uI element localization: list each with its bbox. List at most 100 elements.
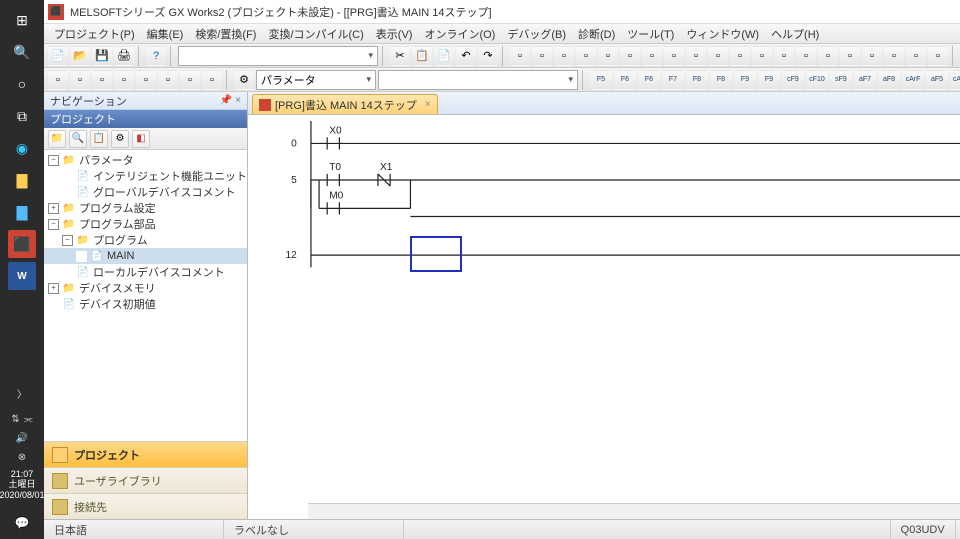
tab-close-icon[interactable]: ×: [425, 99, 431, 110]
fkey-btn-1[interactable]: F6: [614, 70, 636, 90]
menu-help[interactable]: ヘルプ(H): [765, 24, 825, 44]
fkey-btn-0[interactable]: F5: [590, 70, 612, 90]
toolbar2l-btn-4[interactable]: ▫: [136, 70, 156, 90]
toolbar1-btn-8[interactable]: ▫: [686, 46, 706, 66]
print-button[interactable]: 🖨: [114, 46, 134, 66]
editor-tab[interactable]: [PRG]書込 MAIN 14ステップ ×: [252, 94, 438, 114]
menu-debug[interactable]: デバッグ(B): [501, 24, 572, 44]
fkey-btn-10[interactable]: sF9: [830, 70, 852, 90]
menu-diag[interactable]: 診断(D): [572, 24, 621, 44]
toolbar1-btn-12[interactable]: ▫: [774, 46, 794, 66]
taskbar-clock[interactable]: 21:07 土曜日 2020/08/01: [0, 467, 45, 507]
word-taskbar-icon[interactable]: W: [8, 262, 36, 290]
redo-button[interactable]: ↷: [478, 46, 498, 66]
fkey-btn-11[interactable]: aF7: [854, 70, 876, 90]
menu-online[interactable]: オンライン(O): [418, 24, 501, 44]
project-tree[interactable]: −📁パラメータ 📄インテリジェント機能ユニット 📄グローバルデバイスコメント+📁…: [44, 150, 247, 441]
tree-node-9[interactable]: 📄デバイス初期値: [44, 296, 247, 312]
store-icon[interactable]: ▇: [8, 198, 36, 226]
tree-twisty[interactable]: [62, 187, 73, 198]
toolbar1-btn-7[interactable]: ▫: [664, 46, 684, 66]
explorer-icon[interactable]: ▇: [8, 166, 36, 194]
undo-button[interactable]: ↶: [456, 46, 476, 66]
tree-twisty[interactable]: [62, 171, 73, 182]
param-icon[interactable]: ⚙: [234, 70, 254, 90]
toolbar2l-btn-5[interactable]: ▫: [158, 70, 178, 90]
menu-project[interactable]: プロジェクト(P): [48, 24, 141, 44]
toolbar1-btn-17[interactable]: ▫: [884, 46, 904, 66]
new-button[interactable]: 📄: [48, 46, 68, 66]
toolbar1-btn-5[interactable]: ▫: [620, 46, 640, 66]
fkey-btn-2[interactable]: F6: [638, 70, 660, 90]
toolbar1-btn-19[interactable]: ▫: [928, 46, 948, 66]
ladder-editor[interactable]: 0X0T0K105T0X1M0M0[INCPD0]12[END]: [248, 114, 960, 519]
show-hidden-icon[interactable]: 〉: [8, 380, 36, 408]
tree-twisty[interactable]: +: [48, 283, 59, 294]
toolbar2l-btn-1[interactable]: ▫: [70, 70, 90, 90]
toolbar1-btn-10[interactable]: ▫: [730, 46, 750, 66]
toolbar1-btn-6[interactable]: ▫: [642, 46, 662, 66]
menu-window[interactable]: ウィンドウ(W): [680, 24, 765, 44]
edge-icon[interactable]: ◉: [8, 134, 36, 162]
save-button[interactable]: 💾: [92, 46, 112, 66]
tree-twisty[interactable]: −: [48, 155, 59, 166]
nav-section-1[interactable]: ユーザライブラリ: [44, 467, 247, 493]
nav-btn-4[interactable]: ⚙: [111, 130, 129, 148]
param-combo[interactable]: パラメータ: [256, 70, 376, 90]
menu-edit[interactable]: 編集(E): [141, 24, 190, 44]
nav-section-2[interactable]: 接続先: [44, 493, 247, 519]
open-button[interactable]: 📂: [70, 46, 90, 66]
fkey-btn-14[interactable]: aF5: [926, 70, 948, 90]
tree-twisty[interactable]: −: [48, 219, 59, 230]
gxworks-taskbar-icon[interactable]: ⬛: [8, 230, 36, 258]
cut-button[interactable]: ✂: [390, 46, 410, 66]
cortana-icon[interactable]: ○: [8, 70, 36, 98]
tree-node-8[interactable]: +📁デバイスメモリ: [44, 280, 247, 296]
copy-button[interactable]: 📋: [412, 46, 432, 66]
tree-twisty[interactable]: +: [48, 203, 59, 214]
fkey-btn-6[interactable]: F9: [734, 70, 756, 90]
nav-section-0[interactable]: プロジェクト: [44, 441, 247, 467]
toolbar1-btn-16[interactable]: ▫: [862, 46, 882, 66]
menu-compile[interactable]: 変換/コンパイル(C): [262, 24, 369, 44]
toolbar2l-btn-7[interactable]: ▫: [202, 70, 222, 90]
tree-node-6[interactable]: 📄MAIN: [44, 248, 247, 264]
systray[interactable]: ⇅⫘: [11, 410, 32, 429]
menu-tool[interactable]: ツール(T): [621, 24, 680, 44]
toolbar1-btn-0[interactable]: ▫: [510, 46, 530, 66]
menu-find[interactable]: 検索/置換(F): [189, 24, 262, 44]
toolbar1-btn-1[interactable]: ▫: [532, 46, 552, 66]
tree-node-2[interactable]: 📄グローバルデバイスコメント: [44, 184, 247, 200]
tree-twisty[interactable]: [48, 299, 59, 310]
tree-node-1[interactable]: 📄インテリジェント機能ユニット: [44, 168, 247, 184]
toolbar1-btn-2[interactable]: ▫: [554, 46, 574, 66]
nav-btn-1[interactable]: 📁: [48, 130, 66, 148]
tree-twisty[interactable]: [76, 251, 87, 262]
toolbar1-btn-13[interactable]: ▫: [796, 46, 816, 66]
tree-twisty[interactable]: −: [62, 235, 73, 246]
toolbar1-btn-3[interactable]: ▫: [576, 46, 596, 66]
goto-combo[interactable]: [178, 46, 378, 66]
fkey-btn-8[interactable]: cF9: [782, 70, 804, 90]
fkey-btn-12[interactable]: aF8: [878, 70, 900, 90]
nav-btn-3[interactable]: 📋: [90, 130, 108, 148]
toolbar1-btn-9[interactable]: ▫: [708, 46, 728, 66]
notification-icon[interactable]: 💬: [8, 509, 36, 537]
fkey-btn-4[interactable]: F8: [686, 70, 708, 90]
toolbar2l-btn-0[interactable]: ▫: [48, 70, 68, 90]
tree-node-4[interactable]: −📁プログラム部品: [44, 216, 247, 232]
param-combo2[interactable]: [378, 70, 578, 90]
systray3[interactable]: ⊗: [18, 448, 26, 467]
menu-view[interactable]: 表示(V): [370, 24, 419, 44]
toolbar1-btn-4[interactable]: ▫: [598, 46, 618, 66]
tree-node-3[interactable]: +📁プログラム設定: [44, 200, 247, 216]
toolbar2l-btn-3[interactable]: ▫: [114, 70, 134, 90]
toolbar1-btn-18[interactable]: ▫: [906, 46, 926, 66]
tree-node-5[interactable]: −📁プログラム: [44, 232, 247, 248]
fkey-btn-7[interactable]: F9: [758, 70, 780, 90]
search-icon[interactable]: 🔍: [8, 38, 36, 66]
start-icon[interactable]: ⊞: [8, 6, 36, 34]
tree-node-7[interactable]: 📄ローカルデバイスコメント: [44, 264, 247, 280]
fkey-btn-5[interactable]: F8: [710, 70, 732, 90]
fkey-btn-15[interactable]: cAF5: [950, 70, 960, 90]
